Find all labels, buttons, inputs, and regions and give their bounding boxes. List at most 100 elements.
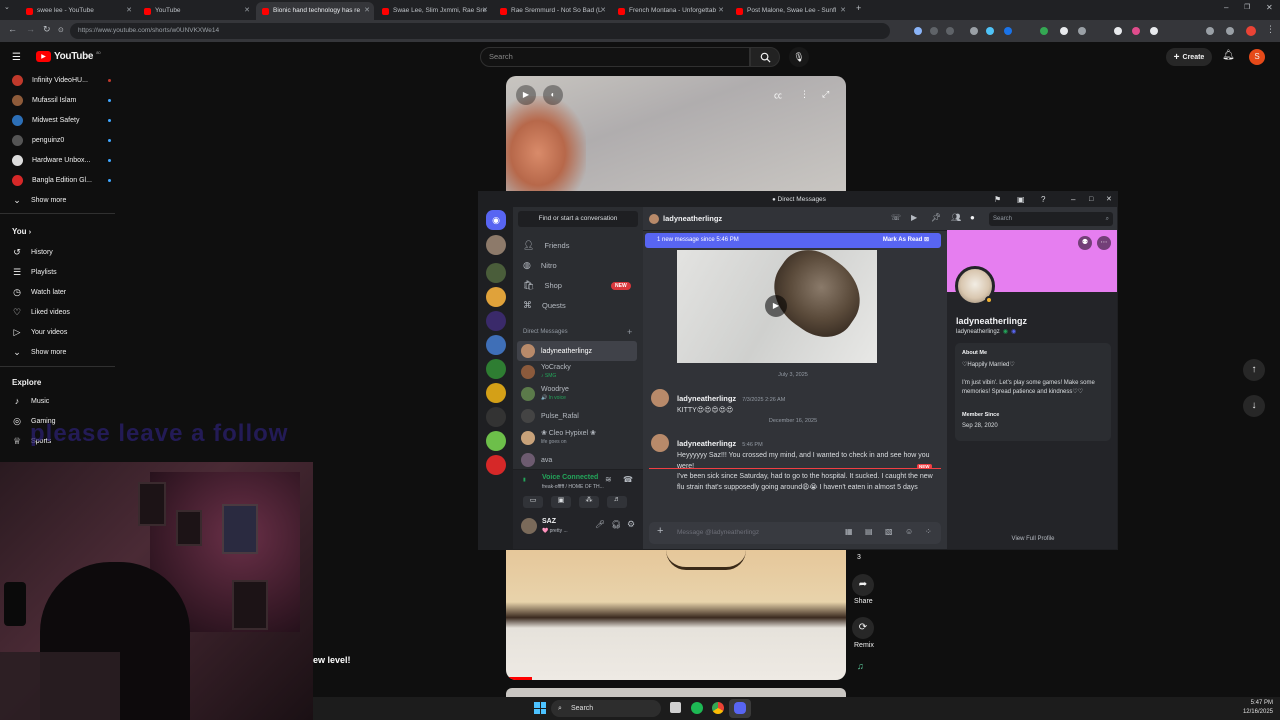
shorts-video-lower[interactable] [506, 550, 846, 680]
subscription-item[interactable]: Mufassil Islam [12, 92, 111, 108]
server-icon[interactable] [486, 383, 506, 403]
camera-button[interactable]: ▭ [523, 496, 543, 508]
extension-icon[interactable] [1132, 27, 1140, 35]
sidebar-item-playlists[interactable]: ☰ Playlists [12, 264, 57, 280]
extension-icon[interactable] [1114, 27, 1122, 35]
next-short-button[interactable]: ↓ [1243, 395, 1265, 417]
voice-status[interactable]: Voice Connected [542, 474, 598, 481]
play-button[interactable]: ▶ [516, 85, 536, 105]
server-icon[interactable] [486, 431, 506, 451]
extension-icon[interactable] [930, 27, 938, 35]
close-icon[interactable]: ✕ [840, 2, 846, 20]
message-avatar[interactable] [651, 389, 669, 407]
nav-friends[interactable]: 👤︎ Friends [523, 240, 569, 251]
shorts-video-player[interactable]: ▶ ◐ ㏄ ⋮ ⤢ [506, 76, 846, 191]
message-author[interactable]: ladyneatherlingz [677, 439, 736, 448]
more-icon[interactable]: ⋯ [1097, 236, 1111, 250]
address-bar[interactable]: https://www.youtube.com/shorts/w0UNVKXWe… [70, 23, 890, 39]
new-messages-banner[interactable]: 1 new message since 5:46 PM Mark As Read … [645, 233, 941, 248]
taskbar-search[interactable]: ⌕ Search [551, 700, 661, 717]
extension-icon[interactable] [1004, 27, 1012, 35]
emoji-icon[interactable]: ☺ [905, 527, 913, 536]
gif-icon[interactable]: ▤ [865, 527, 873, 536]
server-icon[interactable] [486, 407, 506, 427]
close-icon[interactable]: ✕ [126, 2, 132, 20]
you-section-heading[interactable]: You › [12, 227, 31, 236]
close-icon[interactable]: ✕ [600, 2, 606, 20]
browser-tab[interactable]: Post Malone, Swae Lee - Sunfl ✕ [730, 2, 850, 20]
create-button[interactable]: + Create [1166, 48, 1212, 66]
profile-avatar[interactable] [1246, 26, 1256, 36]
help-icon[interactable]: ? [1041, 192, 1045, 207]
extension-icon[interactable] [1060, 27, 1068, 35]
browser-tab[interactable]: Rae Sremmurd - Not So Bad (L ✕ [494, 2, 610, 20]
extension-icon[interactable] [970, 27, 978, 35]
reload-icon[interactable]: ↻ [43, 24, 51, 35]
subscription-item[interactable]: Bangla Edition Gl... [12, 172, 111, 188]
video-call-icon[interactable]: ▶ [911, 213, 917, 222]
sidebar-item-liked-videos[interactable]: ♡ Liked videos [12, 304, 70, 320]
windows-start-icon[interactable] [534, 702, 546, 714]
server-icon[interactable] [486, 311, 506, 331]
sidebar-item-music[interactable]: ♪ Music [12, 393, 50, 409]
inbox-flag-icon[interactable]: ⚑ [994, 192, 1001, 207]
activities-button[interactable]: ⁂ [579, 496, 599, 508]
pinned-messages-icon[interactable]: 📌︎ [931, 213, 941, 222]
mark-as-read-button[interactable]: Mark As Read ⊠ [883, 233, 929, 248]
share-button[interactable]: ➦ [852, 574, 874, 596]
fullscreen-icon[interactable]: ⤢ [822, 89, 829, 100]
search-input[interactable]: Search [480, 47, 750, 67]
server-icon[interactable] [486, 263, 506, 283]
video-progress-bar[interactable] [506, 677, 532, 680]
subscription-item[interactable]: penguinz0 [12, 132, 111, 148]
browser-tab[interactable]: YouTube ✕ [138, 2, 254, 20]
more-options-icon[interactable]: ⋮ [800, 89, 809, 100]
extension-icon[interactable] [946, 27, 954, 35]
menu-icon[interactable]: ⋮ [1266, 24, 1275, 35]
show-more-button[interactable]: ⌄ Show more [12, 344, 66, 360]
minimize-icon[interactable]: – [1071, 192, 1075, 207]
extensions-icon[interactable] [1226, 27, 1234, 35]
message-composer[interactable]: + Message @ladyneatherlingz ▦ ▤ ▧ ☺ ⁘ [649, 522, 941, 544]
sticker-icon[interactable]: ▧ [885, 527, 893, 536]
mute-button[interactable]: ◐ [543, 85, 563, 105]
close-icon[interactable]: ✕ [244, 2, 250, 20]
apps-icon[interactable]: ⁘ [925, 527, 932, 536]
video-attachment[interactable]: ▶ [677, 250, 877, 363]
close-icon[interactable]: ✕ [482, 2, 488, 20]
clock-time[interactable]: 5:47 PM [1233, 700, 1273, 706]
window-close-icon[interactable]: ✕ [1266, 3, 1273, 12]
notifications-bell-icon[interactable]: 🔔︎ [1222, 50, 1235, 61]
dm-item-yocracky[interactable]: YoCracky ♪ SMG [521, 362, 639, 382]
server-icon[interactable] [486, 455, 506, 475]
create-dm-icon[interactable]: + [627, 327, 632, 337]
maximize-icon[interactable]: ❐ [1244, 3, 1250, 11]
message-avatar[interactable] [651, 434, 669, 452]
forward-icon[interactable]: → [26, 24, 35, 34]
inbox-icon[interactable]: ▣ [1017, 192, 1025, 207]
message-author[interactable]: ladyneatherlingz [677, 394, 736, 403]
clock-date[interactable]: 12/16/2025 [1233, 709, 1273, 715]
dm-item-ladyneatherlingz[interactable]: ladyneatherlingz [521, 341, 639, 361]
task-view-icon[interactable] [670, 702, 681, 713]
headphones-icon[interactable]: 🎧︎ [611, 520, 621, 529]
extension-icon[interactable] [1040, 27, 1048, 35]
soundboard-button[interactable]: ♬ [607, 496, 627, 508]
tab-search-icon[interactable]: ⌄ [4, 3, 10, 11]
downloads-icon[interactable] [1206, 27, 1214, 35]
microphone-icon[interactable]: 🎤︎ [595, 520, 605, 529]
remix-button[interactable]: ⟳ [852, 617, 874, 639]
window-close-icon[interactable]: ✕ [1106, 192, 1112, 207]
sidebar-item-history[interactable]: ↺ History [12, 244, 53, 260]
subscription-item[interactable]: Infinity VideoHU... [12, 72, 111, 88]
close-icon[interactable]: ✕ [718, 2, 724, 20]
hamburger-menu-icon[interactable]: ☰ [12, 52, 21, 63]
back-icon[interactable]: ← [8, 24, 17, 34]
voice-channel[interactable]: freak-offfff / HOME OF TH... [542, 484, 604, 490]
attachment-play-button[interactable]: ▶ [765, 295, 787, 317]
subscription-item[interactable]: Midwest Safety [12, 112, 111, 128]
dm-item-pulse-rafal[interactable]: Pulse_Rafal [521, 406, 639, 426]
sound-icon[interactable]: ♫ [857, 661, 864, 671]
extension-icon[interactable] [1150, 27, 1158, 35]
extension-icon[interactable] [986, 27, 994, 35]
